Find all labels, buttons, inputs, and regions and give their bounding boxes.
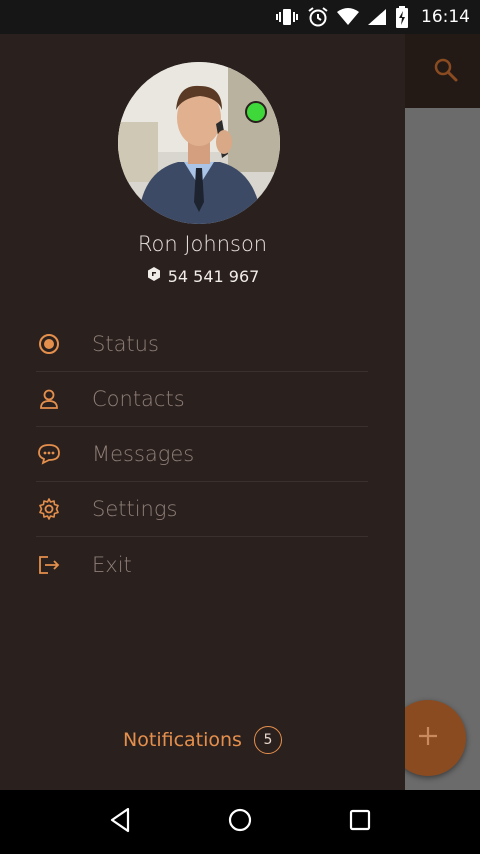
vibrate-icon [275,0,299,34]
alarm-icon [307,0,329,34]
navigation-drawer: Ron Johnson 54 541 967 Status Contacts M… [0,34,405,790]
menu-item-label: Contacts [92,387,185,411]
chat-bubble-icon [36,441,62,467]
search-button[interactable] [426,52,466,92]
back-button[interactable] [96,798,144,846]
menu-item-settings[interactable]: Settings [36,482,368,537]
home-icon [227,807,253,838]
menu-item-label: Settings [92,497,178,521]
recents-button[interactable] [336,798,384,846]
status-time: 16:14 [421,7,470,27]
recents-icon [348,808,372,837]
user-name: Ron Johnson [137,232,268,256]
phone-hexagon-icon [146,266,162,286]
gear-icon [36,496,62,522]
person-icon [36,386,62,412]
profile-avatar-container [118,62,280,224]
home-button[interactable] [216,798,264,846]
menu-item-exit[interactable]: Exit [36,537,368,592]
search-icon [433,57,459,88]
plus-icon [416,724,440,753]
avatar[interactable] [118,62,280,224]
back-icon [108,807,132,838]
wifi-icon [337,0,359,34]
menu-item-label: Status [92,332,159,356]
menu-item-label: Messages [92,442,195,466]
system-navigation-bar [0,790,480,854]
online-status-indicator [245,101,267,123]
notifications-count-badge: 5 [253,726,282,754]
signal-icon [367,0,387,34]
battery-icon [395,0,409,34]
menu-item-status[interactable]: Status [36,317,368,372]
exit-icon [36,552,62,578]
status-bar: 16:14 [0,0,480,34]
notifications-label: Notifications [123,729,242,751]
user-phone-number: 54 541 967 [167,266,260,286]
drawer-menu: Status Contacts Messages Settings Exit [36,317,368,592]
menu-item-contacts[interactable]: Contacts [36,372,368,427]
user-phone-row: 54 541 967 [0,266,405,286]
status-radio-icon [36,331,62,357]
menu-item-messages[interactable]: Messages [36,427,368,482]
menu-item-label: Exit [92,552,132,577]
notifications-button[interactable]: Notifications 5 [0,726,405,754]
